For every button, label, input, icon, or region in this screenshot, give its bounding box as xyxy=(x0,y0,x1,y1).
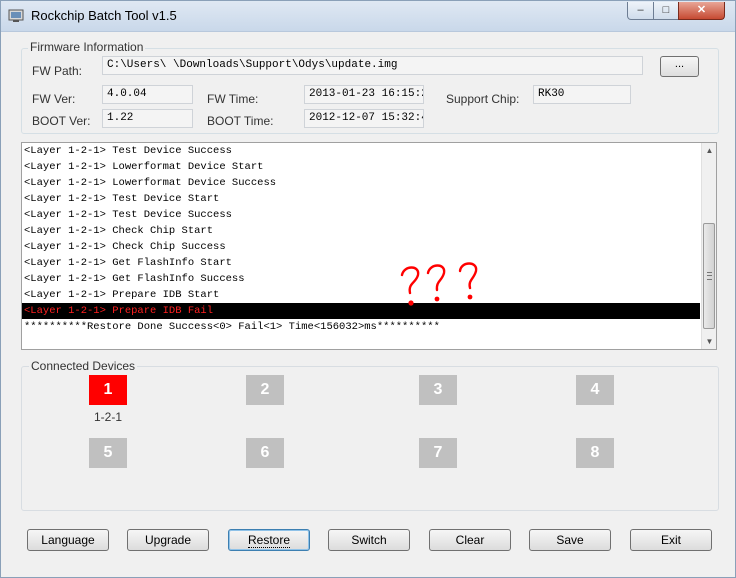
fw-path-field: C:\Users\ \Downloads\Support\Odys\update… xyxy=(102,56,643,75)
device-slot-2[interactable]: 2 xyxy=(246,375,284,405)
log-lines: <Layer 1-2-1> Test Device Success <Layer… xyxy=(22,143,700,335)
log-line: <Layer 1-2-1> Check Chip Start xyxy=(24,225,214,237)
log-line: <Layer 1-2-1> Lowerformat Device Success xyxy=(24,177,277,189)
browse-button[interactable]: ... xyxy=(660,56,699,77)
log-line: <Layer 1-2-1> Test Device Success xyxy=(24,209,232,221)
save-button[interactable]: Save xyxy=(529,529,611,551)
upgrade-button[interactable]: Upgrade xyxy=(127,529,209,551)
minimize-button[interactable]: – xyxy=(627,2,654,20)
fw-path-label: FW Path: xyxy=(32,64,83,78)
log-line-error: <Layer 1-2-1> Prepare IDB Fail xyxy=(22,303,700,319)
device-slot-6[interactable]: 6 xyxy=(246,438,284,468)
restore-button-label: Restore xyxy=(247,533,291,548)
log-line: <Layer 1-2-1> Lowerformat Device Start xyxy=(24,161,264,173)
boot-ver-field: 1.22 xyxy=(102,109,193,128)
log-line-summary: **********Restore Done Success<0> Fail<1… xyxy=(24,321,440,333)
window-title: Rockchip Batch Tool v1.5 xyxy=(31,8,177,23)
support-chip-field: RK30 xyxy=(533,85,631,104)
title-bar[interactable]: Rockchip Batch Tool v1.5 – □ ✕ xyxy=(1,1,735,32)
exit-button[interactable]: Exit xyxy=(630,529,712,551)
log-line: <Layer 1-2-1> Get FlashInfo Start xyxy=(24,257,232,269)
app-icon xyxy=(8,9,24,22)
scroll-up-icon[interactable]: ▲ xyxy=(702,143,716,158)
switch-button[interactable]: Switch xyxy=(328,529,410,551)
boot-ver-label: BOOT Ver: xyxy=(32,114,91,128)
language-button[interactable]: Language xyxy=(27,529,109,551)
restore-button[interactable]: Restore xyxy=(228,529,310,551)
question-marks-annotation xyxy=(400,262,478,306)
log-line: <Layer 1-2-1> Test Device Start xyxy=(24,193,220,205)
app-window: Rockchip Batch Tool v1.5 – □ ✕ Firmware … xyxy=(0,0,736,578)
support-chip-label: Support Chip: xyxy=(446,92,520,106)
log-scrollbar[interactable]: ▲ ▼ xyxy=(701,143,716,349)
fw-time-label: FW Time: xyxy=(207,92,259,106)
device-1-layer-label: 1-2-1 xyxy=(93,410,122,424)
fw-time-field: 2013-01-23 16:15:26 xyxy=(304,85,424,104)
maximize-button[interactable]: □ xyxy=(653,2,679,20)
log-line: <Layer 1-2-1> Test Device Success xyxy=(24,145,232,157)
log-line: <Layer 1-2-1> Prepare IDB Start xyxy=(24,289,220,301)
maximize-icon: □ xyxy=(662,4,670,16)
device-slot-1[interactable]: 1 xyxy=(89,375,127,405)
boot-time-label: BOOT Time: xyxy=(207,114,274,128)
close-button[interactable]: ✕ xyxy=(678,2,725,20)
clear-button[interactable]: Clear xyxy=(429,529,511,551)
firmware-info-title: Firmware Information xyxy=(28,40,146,54)
close-icon: ✕ xyxy=(696,4,707,16)
device-slot-8[interactable]: 8 xyxy=(576,438,614,468)
device-slot-4[interactable]: 4 xyxy=(576,375,614,405)
boot-time-field: 2012-12-07 15:32:41 xyxy=(304,109,424,128)
device-slot-7[interactable]: 7 xyxy=(419,438,457,468)
grip-icon xyxy=(707,272,712,280)
log-line: <Layer 1-2-1> Check Chip Success xyxy=(24,241,226,253)
device-slot-3[interactable]: 3 xyxy=(419,375,457,405)
connected-devices-title: Connected Devices xyxy=(29,359,138,373)
scroll-thumb[interactable] xyxy=(703,223,715,329)
log-line: <Layer 1-2-1> Get FlashInfo Success xyxy=(24,273,245,285)
minimize-icon: – xyxy=(637,4,644,16)
device-slot-5[interactable]: 5 xyxy=(89,438,127,468)
log-output[interactable]: <Layer 1-2-1> Test Device Success <Layer… xyxy=(21,142,717,350)
scroll-down-icon[interactable]: ▼ xyxy=(702,334,716,349)
fw-ver-label: FW Ver: xyxy=(32,92,76,106)
fw-ver-field: 4.0.04 xyxy=(102,85,193,104)
